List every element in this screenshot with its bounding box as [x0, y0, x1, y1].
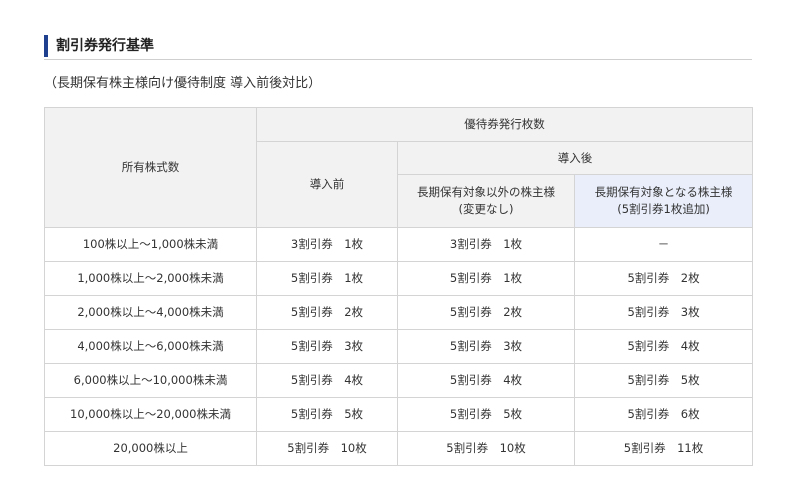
- table-row: 20,000株以上 5割引券 10枚 5割引券 10枚 5割引券 11枚: [44, 431, 754, 466]
- cell-non-long-term: 3割引券 1枚: [397, 227, 575, 262]
- discount-ticket-table: 所有株式数 優待券発行枚数 導入前 導入後 長期保有対象以外の株主様 (変更なし…: [44, 107, 754, 466]
- cell-shares: 2,000株以上～4,000株未満: [44, 295, 257, 330]
- cell-non-long-term: 5割引券 5枚: [397, 397, 575, 432]
- cell-long-term: 5割引券 2枚: [573, 261, 754, 296]
- header-after-long-term-line1: 長期保有対象となる株主様: [594, 185, 733, 199]
- section-heading: 割引券発行基準: [44, 33, 752, 60]
- table-row: 1,000株以上～2,000株未満 5割引券 1枚 5割引券 1枚 5割引券 2…: [44, 261, 754, 296]
- cell-before: 5割引券 10枚: [256, 431, 398, 466]
- cell-long-term: 5割引券 5枚: [573, 363, 754, 398]
- header-after-non-long-term: 長期保有対象以外の株主様 (変更なし): [397, 174, 575, 228]
- section-title: 割引券発行基準: [56, 38, 154, 54]
- cell-before: 5割引券 2枚: [256, 295, 398, 330]
- heading-accent-bar: [44, 35, 48, 57]
- cell-long-term: 5割引券 4枚: [573, 329, 754, 364]
- header-after: 導入後: [396, 141, 754, 175]
- header-after-non-long-term-line1: 長期保有対象以外の株主様: [417, 185, 555, 199]
- cell-shares: 4,000株以上～6,000株未満: [44, 329, 257, 364]
- cell-non-long-term: 5割引券 2枚: [397, 295, 575, 330]
- cell-non-long-term: 5割引券 1枚: [397, 261, 575, 296]
- table-row: 10,000株以上～20,000株未満 5割引券 5枚 5割引券 5枚 5割引券…: [44, 397, 754, 432]
- header-shares: 所有株式数: [44, 107, 257, 228]
- cell-non-long-term: 5割引券 3枚: [397, 329, 575, 364]
- cell-shares: 100株以上～1,000株未満: [44, 227, 257, 262]
- table-row: 2,000株以上～4,000株未満 5割引券 2枚 5割引券 2枚 5割引券 3…: [44, 295, 754, 330]
- header-after-long-term: 長期保有対象となる株主様 (5割引券1枚追加): [573, 174, 754, 228]
- cell-long-term: 5割引券 6枚: [573, 397, 754, 432]
- cell-long-term: 5割引券 11枚: [573, 431, 754, 466]
- cell-before: 5割引券 5枚: [256, 397, 398, 432]
- cell-before: 5割引券 3枚: [256, 329, 398, 364]
- cell-long-term: 5割引券 3枚: [573, 295, 754, 330]
- header-before: 導入前: [256, 141, 398, 228]
- section-subtitle: （長期保有株主様向け優待制度 導入前後対比）: [44, 76, 322, 91]
- cell-shares: 10,000株以上～20,000株未満: [44, 397, 257, 432]
- cell-long-term: －: [573, 227, 754, 262]
- table-row: 4,000株以上～6,000株未満 5割引券 3枚 5割引券 3枚 5割引券 4…: [44, 329, 754, 364]
- header-after-non-long-term-line2: (変更なし): [458, 202, 514, 216]
- cell-shares: 1,000株以上～2,000株未満: [44, 261, 257, 296]
- header-after-long-term-line2: (5割引券1枚追加): [617, 202, 710, 216]
- cell-before: 5割引券 4枚: [256, 363, 398, 398]
- cell-before: 3割引券 1枚: [256, 227, 398, 262]
- table-row: 100株以上～1,000株未満 3割引券 1枚 3割引券 1枚 －: [44, 227, 754, 262]
- cell-non-long-term: 5割引券 10枚: [397, 431, 575, 466]
- header-issued-count: 優待券発行枚数: [255, 107, 754, 142]
- cell-shares: 6,000株以上～10,000株未満: [44, 363, 257, 398]
- cell-shares: 20,000株以上: [44, 431, 257, 466]
- table-row: 6,000株以上～10,000株未満 5割引券 4枚 5割引券 4枚 5割引券 …: [44, 363, 754, 398]
- cell-before: 5割引券 1枚: [256, 261, 398, 296]
- cell-non-long-term: 5割引券 4枚: [397, 363, 575, 398]
